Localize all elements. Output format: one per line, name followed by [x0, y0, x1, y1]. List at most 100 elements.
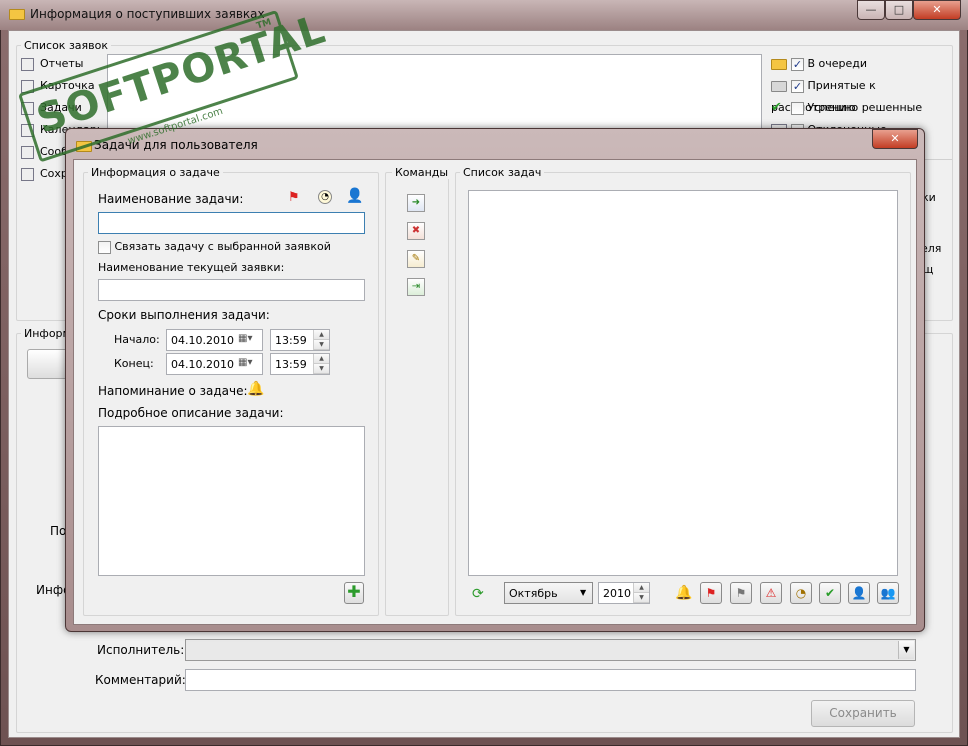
message-icon [21, 145, 34, 159]
nav-item-label: Задачи [40, 101, 82, 114]
tasks-dialog: Задачи для пользователя ✕ Информация о з… [65, 128, 925, 632]
start-time-value: 13:59 [275, 334, 307, 347]
checkmark-icon: ✔ [771, 100, 782, 115]
filter-label: Успешно решенные [807, 101, 923, 114]
exit-command-icon[interactable]: ⇥ [407, 278, 425, 296]
chevron-down-icon[interactable]: ▼ [898, 641, 914, 659]
requests-group-title: Список заявок [21, 39, 112, 52]
year-input[interactable]: 2010 ▲ ▼ [598, 582, 650, 604]
calendar-icon [21, 123, 34, 137]
user-filter-button[interactable]: 👤 [848, 582, 870, 604]
end-date-picker[interactable]: 04.10.2010 ▦▾ [166, 353, 263, 375]
save-request-button[interactable]: Сохранить [811, 700, 915, 727]
year-spinner[interactable]: ▲ ▼ [633, 583, 649, 603]
flag-gray-filter-button[interactable]: ⚑ [730, 582, 752, 604]
large-envelope-icon [27, 349, 69, 379]
task-name-label: Наименование задачи: [98, 192, 244, 206]
task-add-command-icon[interactable]: ➜ [407, 194, 425, 212]
end-time-input[interactable]: 13:59 ▲ ▼ [270, 353, 330, 375]
flag-icon[interactable]: ⚑ [288, 190, 300, 205]
main-title-bar[interactable]: Информация о поступивших заявках — □ ✕ [0, 0, 968, 30]
nav-item-label: Отчеты [40, 57, 84, 70]
spin-down-icon[interactable]: ▼ [314, 340, 329, 350]
comment-label: Комментарий: [95, 673, 186, 687]
executor-select[interactable]: ▼ [185, 639, 916, 661]
task-list-group-title: Список задач [460, 166, 545, 179]
filter-accepted-checkbox[interactable] [791, 79, 804, 93]
commands-group-title: Команды [392, 166, 452, 179]
month-select[interactable]: Октябрь ▼ [504, 582, 593, 604]
start-time-spinner[interactable]: ▲ ▼ [313, 330, 329, 350]
task-edit-command-icon[interactable]: ✎ [407, 250, 425, 268]
filter-solved-checkbox[interactable] [791, 101, 804, 115]
maximize-button[interactable]: □ [885, 0, 913, 20]
current-request-input[interactable] [98, 279, 365, 301]
task-info-group-title: Информация о задаче [88, 166, 223, 179]
filter-in-queue[interactable]: В очереди [771, 53, 951, 75]
minimize-button[interactable]: — [857, 0, 885, 20]
check-filter-button[interactable]: ✔ [819, 582, 841, 604]
envelope-open-icon [771, 80, 787, 92]
description-label: Подробное описание задачи: [98, 406, 284, 420]
start-date-picker[interactable]: 04.10.2010 ▦▾ [166, 329, 263, 351]
spin-up-icon[interactable]: ▲ [314, 330, 329, 340]
refresh-icon[interactable]: ⟳ [472, 586, 484, 602]
year-value: 2010 [603, 587, 631, 600]
end-time-value: 13:59 [275, 358, 307, 371]
end-time-spinner[interactable]: ▲ ▼ [313, 354, 329, 374]
chevron-down-icon[interactable]: ▼ [580, 588, 586, 597]
start-date-value: 04.10.2010 [171, 334, 234, 347]
filter-label: В очереди [807, 57, 868, 70]
dialog-title: Задачи для пользователя [94, 138, 258, 152]
comment-field[interactable] [185, 669, 916, 691]
dialog-client: Информация о задаче Наименование задачи:… [73, 159, 917, 625]
dialog-close-button[interactable]: ✕ [872, 129, 918, 149]
current-request-label: Наименование текущей заявки: [98, 261, 285, 274]
main-window-title: Информация о поступивших заявках [30, 7, 265, 21]
filter-in-queue-checkbox[interactable] [791, 57, 804, 71]
clock-filter-button[interactable]: ◔ [790, 582, 812, 604]
save-icon [21, 167, 34, 181]
calendar-dropdown-icon[interactable]: ▦▾ [238, 333, 252, 344]
calendar-dropdown-icon[interactable]: ▦▾ [238, 357, 252, 368]
nav-item-label: Карточка [40, 79, 95, 92]
executor-label: Исполнитель: [97, 643, 185, 657]
link-request-checkbox[interactable] [98, 240, 111, 254]
report-icon [21, 57, 34, 71]
info-label-fragment: По [50, 524, 67, 538]
clock-icon[interactable]: ◔ [318, 190, 332, 204]
month-value: Октябрь [509, 587, 558, 600]
bell-icon[interactable]: 🔔 [247, 381, 264, 397]
start-label: Начало: [114, 333, 160, 346]
envelope-icon [9, 9, 25, 20]
user-icon[interactable]: 👤 [346, 188, 363, 204]
reminder-label: Напоминание о задаче: [98, 384, 248, 398]
end-date-value: 04.10.2010 [171, 358, 234, 371]
add-task-button[interactable]: ✚ [344, 582, 364, 604]
spin-up-icon[interactable]: ▲ [634, 583, 649, 593]
close-button[interactable]: ✕ [913, 0, 961, 20]
spin-up-icon[interactable]: ▲ [314, 354, 329, 364]
tasks-icon [21, 101, 34, 115]
spin-down-icon[interactable]: ▼ [634, 593, 649, 603]
nav-item-tasks[interactable]: Задачи [21, 97, 111, 119]
filter-solved[interactable]: ✔ Успешно решенные [771, 97, 951, 119]
card-icon [21, 79, 34, 93]
task-delete-command-icon[interactable]: ✖ [407, 222, 425, 240]
nav-item-reports[interactable]: Отчеты [21, 53, 111, 75]
description-textarea[interactable] [98, 426, 365, 576]
bell-icon[interactable]: 🔔 [675, 585, 692, 601]
filter-accepted[interactable]: Принятые к рассмотрению [771, 75, 951, 114]
link-request-label: Связать задачу с выбранной заявкой [114, 240, 331, 253]
nav-item-card[interactable]: Карточка [21, 75, 111, 97]
flag-alert-filter-button[interactable]: ⚠ [760, 582, 782, 604]
link-request-row[interactable]: Связать задачу с выбранной заявкой [98, 240, 331, 254]
users-filter-button[interactable]: 👥 [877, 582, 899, 604]
start-time-input[interactable]: 13:59 ▲ ▼ [270, 329, 330, 351]
terms-label: Сроки выполнения задачи: [98, 308, 270, 322]
task-name-input[interactable] [98, 212, 365, 234]
envelope-icon [771, 58, 787, 70]
spin-down-icon[interactable]: ▼ [314, 364, 329, 374]
flag-filter-button[interactable]: ⚑ [700, 582, 722, 604]
task-list[interactable] [468, 190, 898, 576]
